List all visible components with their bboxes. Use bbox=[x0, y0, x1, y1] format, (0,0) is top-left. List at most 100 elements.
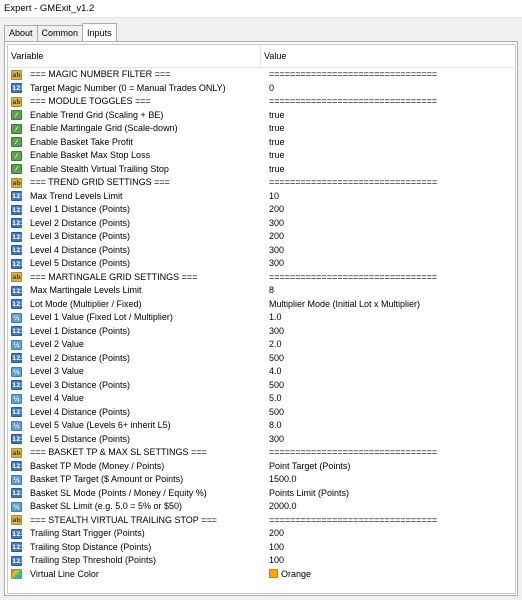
input-value[interactable]: true bbox=[269, 109, 285, 123]
input-value[interactable]: 300 bbox=[269, 257, 284, 271]
column-divider[interactable] bbox=[260, 45, 261, 68]
input-value[interactable]: 200 bbox=[269, 203, 284, 217]
input-row[interactable]: ⁄ Enable Trend Grid (Scaling + BE) true bbox=[8, 109, 515, 123]
input-value[interactable]: 500 bbox=[269, 352, 284, 366]
input-row[interactable]: ab === BASKET TP & MAX SL SETTINGS === ===… bbox=[8, 446, 515, 460]
inputs-panel: Variable Value ab === MAGIC NUMBER FILTER… bbox=[4, 41, 518, 596]
input-row[interactable]: 123 Level 4 Distance (Points) 500 bbox=[8, 406, 515, 420]
input-row[interactable]: ab === MARTINGALE GRID SETTINGS === ======… bbox=[8, 271, 515, 285]
string-type-icon: ab bbox=[11, 272, 22, 282]
input-row[interactable]: ⁄ Enable Martingale Grid (Scale-down) true bbox=[8, 122, 515, 136]
input-value[interactable]: Orange bbox=[269, 568, 311, 582]
input-value[interactable]: 8.0 bbox=[269, 419, 282, 433]
input-value[interactable]: 300 bbox=[269, 325, 284, 339]
input-value[interactable]: 500 bbox=[269, 406, 284, 420]
boolean-type-icon: ⁄ bbox=[11, 123, 22, 134]
input-value[interactable]: ================================ bbox=[269, 446, 437, 460]
integer-type-icon: 123 bbox=[11, 542, 25, 552]
input-row[interactable]: ab === MODULE TOGGLES === ================… bbox=[8, 95, 515, 109]
input-row[interactable]: ⁄ Enable Stealth Virtual Trailing Stop tru… bbox=[8, 163, 515, 177]
input-variable-name: Level 4 Distance (Points) bbox=[30, 244, 131, 255]
input-row[interactable]: ⁄ Enable Basket Max Stop Loss true bbox=[8, 149, 515, 163]
input-value[interactable]: 300 bbox=[269, 244, 284, 258]
input-row[interactable]: 123 Max Martingale Levels Limit 8 bbox=[8, 284, 515, 298]
input-value[interactable]: 2.0 bbox=[269, 338, 282, 352]
input-row[interactable]: 123 Level 2 Distance (Points) 500 bbox=[8, 352, 515, 366]
input-row[interactable]: 123 Trailing Step Threshold (Points) 100 bbox=[8, 554, 515, 568]
column-header-variable[interactable]: Variable bbox=[11, 45, 43, 68]
input-row[interactable]: 123 Trailing Stop Distance (Points) 100 bbox=[8, 541, 515, 555]
input-variable-name: Level 3 Distance (Points) bbox=[30, 379, 131, 390]
input-value[interactable]: 100 bbox=[269, 554, 284, 568]
input-value[interactable]: true bbox=[269, 149, 285, 163]
integer-type-icon: 123 bbox=[11, 528, 25, 539]
input-value[interactable]: 1.0 bbox=[269, 311, 282, 325]
input-row[interactable]: ab === TREND GRID SETTINGS === ===========… bbox=[8, 176, 515, 190]
input-value[interactable]: true bbox=[269, 136, 285, 150]
input-value[interactable]: 10 bbox=[269, 190, 279, 204]
input-value[interactable]: ================================ bbox=[269, 271, 437, 285]
input-row[interactable]: 123 Target Magic Number (0 = Manual Trade… bbox=[8, 82, 515, 96]
input-row[interactable]: ½ Level 1 Value (Fixed Lot / Multiplier) 1… bbox=[8, 311, 515, 325]
input-row[interactable]: ½ Level 4 Value 5.0 bbox=[8, 392, 515, 406]
input-value[interactable]: 0 bbox=[269, 82, 274, 96]
input-value[interactable]: ================================ bbox=[269, 68, 437, 82]
input-value[interactable]: 200 bbox=[269, 527, 284, 541]
input-value[interactable]: Points Limit (Points) bbox=[269, 487, 349, 501]
input-row[interactable]: ab === MAGIC NUMBER FILTER === ===========… bbox=[8, 68, 515, 82]
input-value[interactable]: 5.0 bbox=[269, 392, 282, 406]
integer-type-icon: 123 bbox=[11, 326, 25, 336]
column-header-value[interactable]: Value bbox=[264, 45, 286, 68]
input-variable-name: === TREND GRID SETTINGS === bbox=[30, 177, 170, 187]
input-row[interactable]: 123 Level 4 Distance (Points) 300 bbox=[8, 244, 515, 258]
input-row[interactable]: 123 Lot Mode (Multiplier / Fixed) Multipli… bbox=[8, 298, 515, 312]
input-row[interactable]: 123 Level 5 Distance (Points) 300 bbox=[8, 257, 515, 271]
input-value[interactable]: 500 bbox=[269, 379, 284, 393]
input-row[interactable]: 123 Trailing Start Trigger (Points) 200 bbox=[8, 527, 515, 541]
input-value[interactable]: ================================ bbox=[269, 514, 437, 528]
input-row[interactable]: ½ Level 5 Value (Levels 6+ inherit L5) 8.0 bbox=[8, 419, 515, 433]
input-variable-name: Max Martingale Levels Limit bbox=[30, 285, 142, 295]
input-variable-name: Level 3 Distance (Points) bbox=[30, 231, 131, 241]
input-row[interactable]: 123 Level 2 Distance (Points) 300 bbox=[8, 217, 515, 231]
input-row[interactable]: 123 Basket TP Mode (Money / Points) Point … bbox=[8, 460, 515, 474]
input-value[interactable]: true bbox=[269, 122, 285, 136]
input-value[interactable]: true bbox=[269, 163, 285, 177]
input-row[interactable]: ½ Level 2 Value 2.0 bbox=[8, 338, 515, 352]
input-row[interactable]: 123 Level 1 Distance (Points) 200 bbox=[8, 203, 515, 217]
input-value[interactable]: 1500.0 bbox=[269, 473, 297, 487]
input-row[interactable]: 123 Level 3 Distance (Points) 200 bbox=[8, 230, 515, 244]
input-row[interactable]: 123 Max Trend Levels Limit 10 bbox=[8, 190, 515, 204]
input-row[interactable]: ½ Basket TP Target ($ Amount or Points) 15… bbox=[8, 473, 515, 487]
input-variable-name: Enable Trend Grid (Scaling + BE) bbox=[30, 109, 164, 120]
integer-type-icon: 123 bbox=[11, 245, 25, 255]
input-value[interactable]: 300 bbox=[269, 433, 284, 447]
input-row[interactable]: 123 Level 3 Distance (Points) 500 bbox=[8, 379, 515, 393]
input-row[interactable]: ⁄ Enable Basket Take Profit true bbox=[8, 136, 515, 150]
input-row[interactable]: 123 Level 5 Distance (Points) 300 bbox=[8, 433, 515, 447]
input-row[interactable]: Virtual Line Color Orange bbox=[8, 568, 515, 582]
input-row[interactable]: ab === STEALTH VIRTUAL TRAILING STOP === =… bbox=[8, 514, 515, 528]
input-variable-name: Level 5 Distance (Points) bbox=[30, 258, 131, 268]
input-value[interactable]: 4.0 bbox=[269, 365, 282, 379]
input-row[interactable]: 123 Basket SL Mode (Points / Money / Equi… bbox=[8, 487, 515, 501]
input-variable-name: Level 4 Value bbox=[30, 393, 84, 403]
input-value[interactable]: Multiplier Mode (Initial Lot x Multiplie… bbox=[269, 298, 420, 312]
input-value[interactable]: 8 bbox=[269, 284, 274, 298]
integer-type-icon: 123 bbox=[11, 83, 25, 93]
input-variable-name: Basket SL Limit (e.g. 5.0 = 5% or $50) bbox=[30, 501, 182, 511]
tab-about[interactable]: About bbox=[4, 25, 38, 41]
input-row[interactable]: ½ Basket SL Limit (e.g. 5.0 = 5% or $50) 2… bbox=[8, 500, 515, 514]
input-row[interactable]: ½ Level 3 Value 4.0 bbox=[8, 365, 515, 379]
tab-inputs[interactable]: Inputs bbox=[82, 23, 117, 41]
input-value[interactable]: 300 bbox=[269, 217, 284, 231]
input-value[interactable]: ================================ bbox=[269, 95, 437, 109]
input-row[interactable]: 123 Level 1 Distance (Points) 300 bbox=[8, 325, 515, 339]
boolean-type-icon: ⁄ bbox=[11, 137, 22, 147]
input-value[interactable]: 2000.0 bbox=[269, 500, 297, 514]
input-value[interactable]: ================================ bbox=[269, 176, 437, 190]
input-value[interactable]: 200 bbox=[269, 230, 284, 244]
input-value[interactable]: 100 bbox=[269, 541, 284, 555]
input-value[interactable]: Point Target (Points) bbox=[269, 460, 350, 474]
tab-common[interactable]: Common bbox=[36, 25, 84, 41]
